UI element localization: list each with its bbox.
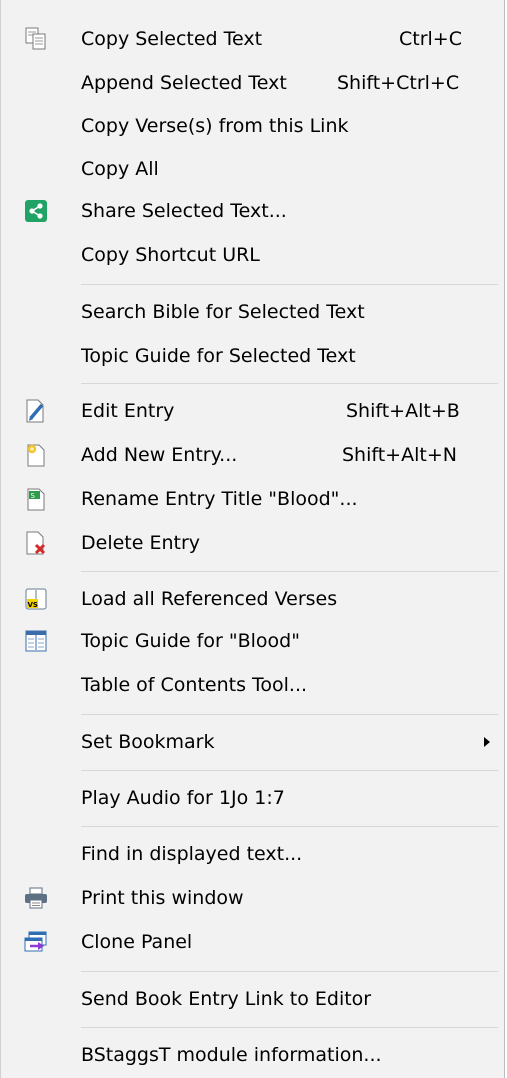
edit-icon: [23, 398, 49, 424]
svg-text:S: S: [31, 492, 36, 500]
copy-shortcut-url-label: Copy Shortcut URL: [81, 244, 260, 266]
topic-guide-blood-label: Topic Guide for "Blood": [81, 630, 300, 652]
append-selected-text-label: Append Selected Text: [81, 72, 287, 94]
set-bookmark-label: Set Bookmark: [81, 731, 215, 753]
add-new-entry-item[interactable]: Add New Entry... Shift+Alt+N: [1, 433, 504, 477]
set-bookmark-item[interactable]: Set Bookmark: [1, 720, 504, 764]
find-in-text-item[interactable]: Find in displayed text...: [1, 832, 504, 876]
module-info-label: BStaggsT module information...: [81, 1044, 382, 1066]
share-selected-text-item[interactable]: Share Selected Text...: [1, 189, 504, 233]
topic-guide-selected-label: Topic Guide for Selected Text: [81, 345, 356, 367]
rename-icon: S: [23, 486, 49, 512]
clone-panel-item[interactable]: Clone Panel: [1, 920, 504, 964]
search-bible-item[interactable]: Search Bible for Selected Text: [1, 290, 504, 334]
new-document-icon: [23, 442, 49, 468]
context-menu: Copy Selected Text Ctrl+C Append Selecte…: [0, 0, 505, 1078]
rename-entry-item[interactable]: S Rename Entry Title "Blood"...: [1, 477, 504, 521]
play-audio-item[interactable]: Play Audio for 1Jo 1:7: [1, 776, 504, 820]
separator: [81, 826, 498, 827]
verses-icon: VS: [23, 586, 49, 612]
copy-shortcut-url-item[interactable]: Copy Shortcut URL: [1, 233, 504, 277]
printer-icon: [23, 885, 49, 911]
load-referenced-verses-item[interactable]: VS Load all Referenced Verses: [1, 577, 504, 621]
delete-entry-label: Delete Entry: [81, 532, 201, 554]
separator: [81, 714, 498, 715]
find-in-text-label: Find in displayed text...: [81, 843, 303, 865]
edit-entry-label: Edit Entry: [81, 400, 175, 422]
separator: [81, 284, 498, 285]
copy-icon: [23, 26, 49, 52]
share-selected-text-label: Share Selected Text...: [81, 200, 287, 222]
topic-guide-icon: [23, 628, 49, 654]
send-link-item[interactable]: Send Book Entry Link to Editor: [1, 977, 504, 1021]
submenu-arrow-icon: [484, 737, 490, 747]
clone-panel-label: Clone Panel: [81, 931, 193, 953]
copy-all-label: Copy All: [81, 158, 159, 180]
send-link-label: Send Book Entry Link to Editor: [81, 988, 372, 1010]
load-referenced-verses-label: Load all Referenced Verses: [81, 588, 338, 610]
separator: [81, 383, 498, 384]
copy-verses-item[interactable]: Copy Verse(s) from this Link: [1, 104, 504, 148]
append-selected-text-item[interactable]: Append Selected Text Shift+Ctrl+C: [1, 61, 504, 105]
search-bible-label: Search Bible for Selected Text: [81, 301, 365, 323]
edit-entry-shortcut: Shift+Alt+B: [346, 400, 460, 422]
copy-verses-label: Copy Verse(s) from this Link: [81, 115, 349, 137]
copy-selected-text-label: Copy Selected Text: [81, 28, 263, 50]
copy-selected-text-item[interactable]: Copy Selected Text Ctrl+C: [1, 17, 504, 61]
clone-icon: [23, 929, 49, 955]
module-info-item[interactable]: BStaggsT module information...: [1, 1033, 504, 1077]
separator: [81, 571, 498, 572]
separator: [81, 1027, 498, 1028]
delete-entry-item[interactable]: Delete Entry: [1, 521, 504, 565]
edit-entry-item[interactable]: Edit Entry Shift+Alt+B: [1, 389, 504, 433]
topic-guide-selected-item[interactable]: Topic Guide for Selected Text: [1, 334, 504, 378]
topic-guide-blood-item[interactable]: Topic Guide for "Blood": [1, 619, 504, 663]
print-window-item[interactable]: Print this window: [1, 876, 504, 920]
play-audio-label: Play Audio for 1Jo 1:7: [81, 787, 285, 809]
toc-tool-item[interactable]: Table of Contents Tool...: [1, 663, 504, 707]
separator: [81, 971, 498, 972]
add-new-entry-label: Add New Entry...: [81, 444, 238, 466]
print-window-label: Print this window: [81, 887, 244, 909]
copy-selected-text-shortcut: Ctrl+C: [399, 28, 462, 50]
add-new-entry-shortcut: Shift+Alt+N: [342, 444, 457, 466]
delete-document-icon: [23, 530, 49, 556]
copy-all-item[interactable]: Copy All: [1, 147, 504, 191]
toc-tool-label: Table of Contents Tool...: [81, 674, 308, 696]
rename-entry-label: Rename Entry Title "Blood"...: [81, 488, 358, 510]
separator: [81, 770, 498, 771]
share-icon: [23, 198, 49, 224]
append-selected-text-shortcut: Shift+Ctrl+C: [337, 72, 460, 94]
svg-text:VS: VS: [28, 601, 38, 609]
